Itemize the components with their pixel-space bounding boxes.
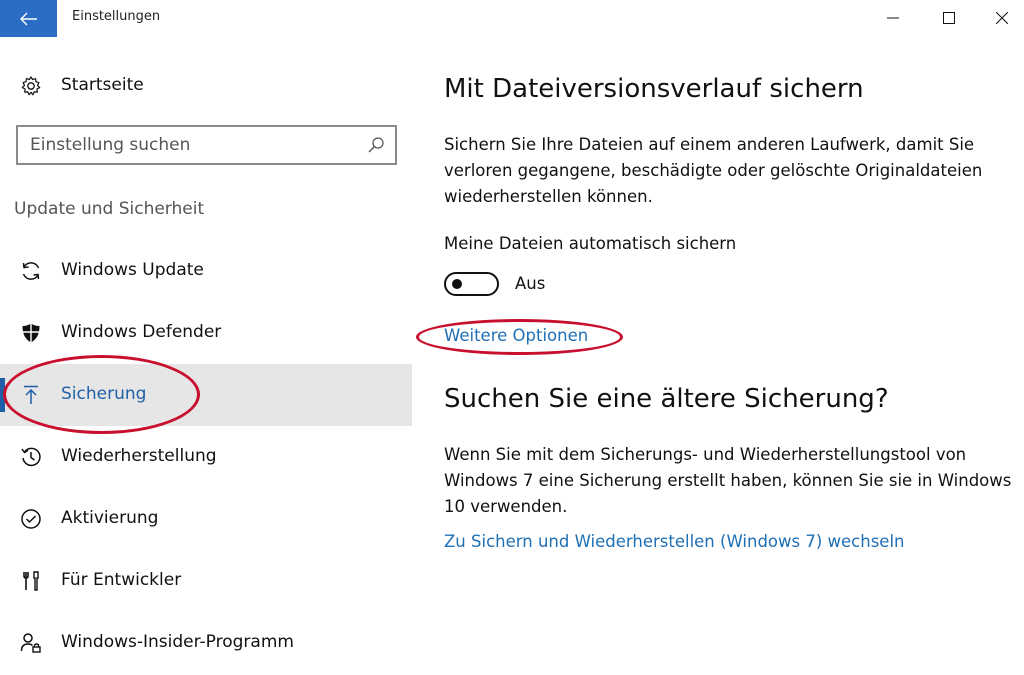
more-options-link[interactable]: Weitere Optionen bbox=[444, 326, 588, 345]
maximize-icon bbox=[943, 12, 955, 24]
sidebar-item-insider[interactable]: Windows-Insider-Programm bbox=[0, 612, 412, 674]
minimize-button[interactable] bbox=[871, 4, 915, 32]
minimize-icon bbox=[887, 17, 899, 19]
toggle-state-label: Aus bbox=[515, 274, 546, 293]
sidebar-item-sicherung[interactable]: Sicherung bbox=[0, 364, 412, 426]
sidebar-item-aktivierung[interactable]: Aktivierung bbox=[0, 488, 412, 550]
windows7-backup-link[interactable]: Zu Sichern und Wiederherstellen (Windows… bbox=[444, 532, 905, 551]
sidebar-item-label: Windows-Insider-Programm bbox=[61, 632, 294, 652]
sidebar-item-label: Startseite bbox=[61, 75, 144, 95]
shield-icon bbox=[22, 323, 40, 343]
auto-backup-toggle[interactable] bbox=[444, 272, 499, 296]
sidebar-item-label: Windows Defender bbox=[61, 322, 222, 342]
selection-indicator bbox=[0, 378, 5, 412]
toggle-knob bbox=[452, 279, 462, 289]
sidebar-item-label: Aktivierung bbox=[61, 508, 159, 528]
sidebar-item-label: Für Entwickler bbox=[61, 570, 182, 590]
page-title: Mit Dateiversionsverlauf sichern bbox=[444, 74, 864, 104]
check-circle-icon bbox=[21, 509, 41, 529]
gear-icon bbox=[21, 76, 41, 96]
upload-arrow-icon bbox=[24, 385, 38, 404]
sidebar-item-label: Sicherung bbox=[61, 384, 147, 404]
sidebar-item-label: Wiederherstellung bbox=[61, 446, 217, 466]
sidebar: Startseite Update und Sicherheit Windows… bbox=[0, 38, 412, 675]
sidebar-item-windows-update[interactable]: Windows Update bbox=[0, 240, 412, 302]
sidebar-item-windows-defender[interactable]: Windows Defender bbox=[0, 302, 412, 364]
search-box[interactable] bbox=[16, 125, 397, 165]
search-input[interactable] bbox=[30, 133, 350, 157]
sidebar-item-home[interactable]: Startseite bbox=[0, 66, 412, 106]
title-bar: Einstellungen bbox=[0, 0, 1024, 38]
close-button[interactable] bbox=[980, 4, 1024, 32]
backup-description: Sichern Sie Ihre Dateien auf einem ander… bbox=[444, 135, 983, 206]
sidebar-item-wiederherstellung[interactable]: Wiederherstellung bbox=[0, 426, 412, 488]
close-icon bbox=[996, 12, 1008, 24]
back-arrow-icon bbox=[19, 12, 37, 25]
tools-icon bbox=[23, 571, 39, 591]
older-backup-description: Wenn Sie mit dem Sicherungs- und Wiederh… bbox=[444, 445, 1012, 516]
section-title: Update und Sicherheit bbox=[14, 199, 205, 219]
older-backup-heading: Suchen Sie eine ältere Sicherung? bbox=[444, 384, 889, 414]
auto-backup-label: Meine Dateien automatisch sichern bbox=[444, 234, 737, 253]
sidebar-item-label: Windows Update bbox=[61, 260, 204, 280]
search-icon[interactable] bbox=[367, 136, 385, 154]
window-title: Einstellungen bbox=[72, 9, 161, 24]
insider-user-icon bbox=[20, 633, 41, 653]
sidebar-item-entwickler[interactable]: Für Entwickler bbox=[0, 550, 412, 612]
maximize-button[interactable] bbox=[927, 4, 971, 32]
history-icon bbox=[21, 447, 41, 467]
sync-icon bbox=[22, 262, 40, 280]
main-content: Mit Dateiversionsverlauf sichern Sichern… bbox=[412, 38, 1024, 675]
back-button[interactable] bbox=[0, 0, 57, 37]
